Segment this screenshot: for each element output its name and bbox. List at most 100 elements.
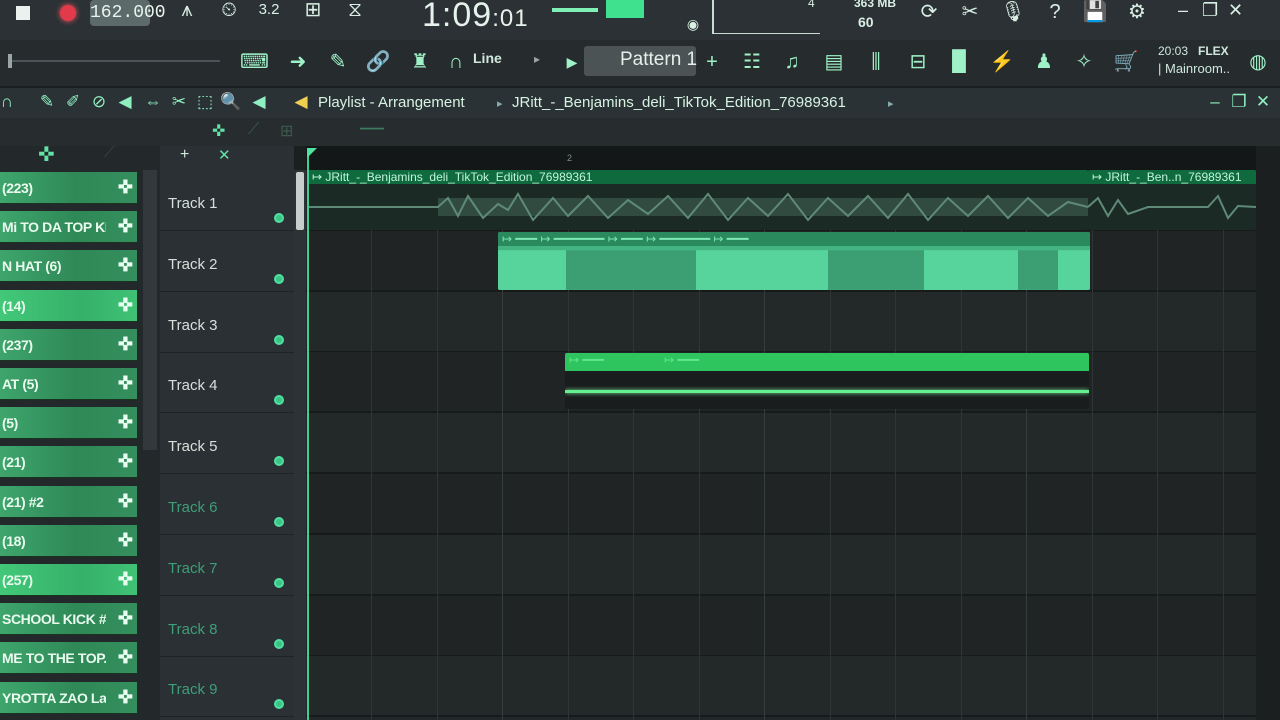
- browser-icon[interactable]: ⊟: [904, 50, 932, 74]
- overview-strip[interactable]: ━━━━: [360, 124, 384, 135]
- channel-item[interactable]: (14) ✜: [0, 289, 137, 322]
- track-header[interactable]: Track 6: [160, 474, 294, 535]
- track-active-toggle[interactable]: [274, 213, 284, 223]
- channel-item[interactable]: ME TO THE TOP.. ✜: [0, 642, 137, 675]
- link-icon[interactable]: 🔗: [364, 50, 392, 74]
- channel-item[interactable]: (237) ✜: [0, 328, 137, 361]
- pattern-prev-icon[interactable]: ▶: [558, 50, 586, 74]
- waveform-icon[interactable]: ✜: [212, 121, 225, 141]
- track-active-toggle[interactable]: [274, 456, 284, 467]
- magnet-icon[interactable]: ∩: [442, 50, 470, 74]
- track-active-toggle[interactable]: [274, 273, 284, 284]
- channel-waveform-icon[interactable]: ✜: [118, 412, 133, 433]
- close-window-icon[interactable]: ✕: [1228, 0, 1243, 21]
- draw-tool-icon[interactable]: ✎: [36, 92, 58, 112]
- shop-icon[interactable]: 🛒: [1112, 50, 1140, 74]
- tempo-display[interactable]: 162.000: [90, 0, 166, 26]
- curve-icon[interactable]: ⟋: [248, 121, 259, 139]
- undo-history-icon[interactable]: ⟳: [914, 0, 944, 24]
- channel-item[interactable]: AT (5) ✜: [0, 368, 137, 400]
- piano-roll-icon[interactable]: ♫: [778, 50, 806, 74]
- picker-curve-icon[interactable]: ⟋: [104, 144, 115, 162]
- channel-item[interactable]: N HAT (6) ✜: [0, 250, 137, 283]
- timeline-ruler[interactable]: [306, 146, 1256, 170]
- track-active-toggle[interactable]: [274, 395, 284, 406]
- countdown-icon[interactable]: ⏲: [214, 0, 244, 22]
- channel-waveform-icon[interactable]: ✜: [118, 255, 133, 276]
- channel-item[interactable]: (5) ✜: [0, 407, 137, 440]
- track-header[interactable]: Track 9: [160, 656, 294, 718]
- track-header[interactable]: Track 7: [160, 535, 294, 596]
- add-track-icon[interactable]: +: [180, 146, 189, 164]
- track-active-toggle[interactable]: [274, 334, 284, 345]
- audio-clip-track1-tail[interactable]: ↦ JRitt_-_Ben..n_76989361: [1088, 170, 1256, 230]
- track-header[interactable]: Track 4: [160, 352, 294, 414]
- picker-waveform-icon[interactable]: ✜: [38, 142, 55, 167]
- playlist-vertical-scrollbar[interactable]: [294, 170, 306, 720]
- slip-tool-icon[interactable]: ⇔: [142, 92, 164, 112]
- channel-waveform-icon[interactable]: ✜: [118, 451, 133, 472]
- maximize-window-icon[interactable]: ❐: [1202, 0, 1218, 21]
- playhead-marker[interactable]: [307, 148, 317, 158]
- loop-record-icon[interactable]: ⧖: [340, 0, 370, 22]
- remove-track-icon[interactable]: ✕: [218, 146, 231, 164]
- delete-tool-icon[interactable]: ⊘: [88, 92, 110, 112]
- channel-item[interactable]: Mi TO DA TOP KI.. ✜: [0, 211, 137, 244]
- mute-tool-icon[interactable]: ◀: [114, 92, 136, 112]
- zoom-tool-icon[interactable]: 🔍: [220, 92, 242, 112]
- snap-arrow-icon[interactable]: ▸: [534, 52, 540, 66]
- channel-rack-icon[interactable]: ▤: [820, 50, 848, 74]
- minimize-window-icon[interactable]: –: [1178, 0, 1188, 21]
- master-pitch-slider[interactable]: [10, 60, 220, 62]
- track-header[interactable]: Track 5: [160, 413, 294, 475]
- track-lane[interactable]: [306, 474, 1256, 535]
- track-grid-icon[interactable]: ⊞: [280, 121, 293, 141]
- picker-scrollbar[interactable]: [143, 170, 157, 450]
- stop-button[interactable]: [16, 6, 30, 20]
- globe-icon[interactable]: ◍: [1244, 50, 1272, 74]
- track-active-toggle[interactable]: [274, 577, 284, 588]
- step-edit-icon[interactable]: ⊞: [298, 0, 328, 22]
- slice-tool-icon[interactable]: ✂: [168, 92, 190, 112]
- speaker-icon[interactable]: ◀: [290, 92, 312, 112]
- panel-maximize-icon[interactable]: ❐: [1228, 92, 1250, 112]
- project-icon[interactable]: ▉: [946, 50, 974, 74]
- channel-waveform-icon[interactable]: ✜: [118, 647, 133, 668]
- channel-item[interactable]: (21) #2 ✜: [0, 485, 137, 518]
- track-lane[interactable]: [306, 291, 1256, 353]
- track-header[interactable]: Track 2: [160, 231, 294, 292]
- scrollbar-thumb[interactable]: [296, 172, 304, 230]
- record-button[interactable]: [60, 5, 76, 21]
- track-lane[interactable]: [306, 656, 1256, 718]
- touch-controller-icon[interactable]: ♟: [1030, 50, 1058, 74]
- help-icon[interactable]: ?: [1040, 0, 1070, 24]
- channel-waveform-icon[interactable]: ✜: [118, 177, 133, 198]
- time-sig-display[interactable]: 3.2: [254, 0, 284, 22]
- select-tool-icon[interactable]: ⬚: [194, 92, 216, 112]
- track-header[interactable]: Track 3: [160, 292, 294, 353]
- pencil-icon[interactable]: ✎: [324, 50, 352, 74]
- slider-knob[interactable]: [8, 54, 12, 68]
- track-lane[interactable]: [306, 413, 1256, 475]
- channel-waveform-icon[interactable]: ✜: [118, 608, 133, 629]
- track-active-toggle[interactable]: [274, 638, 284, 649]
- mixer-icon[interactable]: ⫼: [862, 50, 890, 74]
- keyboard-icon[interactable]: ⌨: [240, 50, 269, 74]
- channel-item[interactable]: SCHOOL KICK #2 ✜: [0, 603, 137, 636]
- magnet-snap-icon[interactable]: ∩: [0, 92, 18, 112]
- eye-icon[interactable]: ◉: [678, 12, 708, 36]
- channel-waveform-icon[interactable]: ✜: [118, 216, 133, 237]
- panel-minimize-icon[interactable]: –: [1204, 92, 1226, 112]
- panel-close-icon[interactable]: ✕: [1252, 92, 1274, 112]
- plug-icon[interactable]: ⚡: [988, 50, 1016, 74]
- channel-waveform-icon[interactable]: ✜: [118, 491, 133, 512]
- track-header[interactable]: Track 8: [160, 596, 294, 657]
- tools-icon[interactable]: ✂: [955, 0, 985, 24]
- track-header[interactable]: Track 1: [160, 170, 294, 231]
- channel-waveform-icon[interactable]: ✜: [118, 530, 133, 551]
- save-icon[interactable]: 💾: [1080, 0, 1110, 24]
- channel-item[interactable]: YROTTA ZAO Laug.. ✜: [0, 681, 137, 714]
- channel-waveform-icon[interactable]: ✜: [118, 295, 133, 316]
- channel-waveform-icon[interactable]: ✜: [118, 569, 133, 590]
- pattern-clip-track2[interactable]: ↦ ━━━ ↦ ━━━━━━━ ↦ ━━━ ↦ ━━━━━━━ ↦ ━━━: [498, 232, 1090, 290]
